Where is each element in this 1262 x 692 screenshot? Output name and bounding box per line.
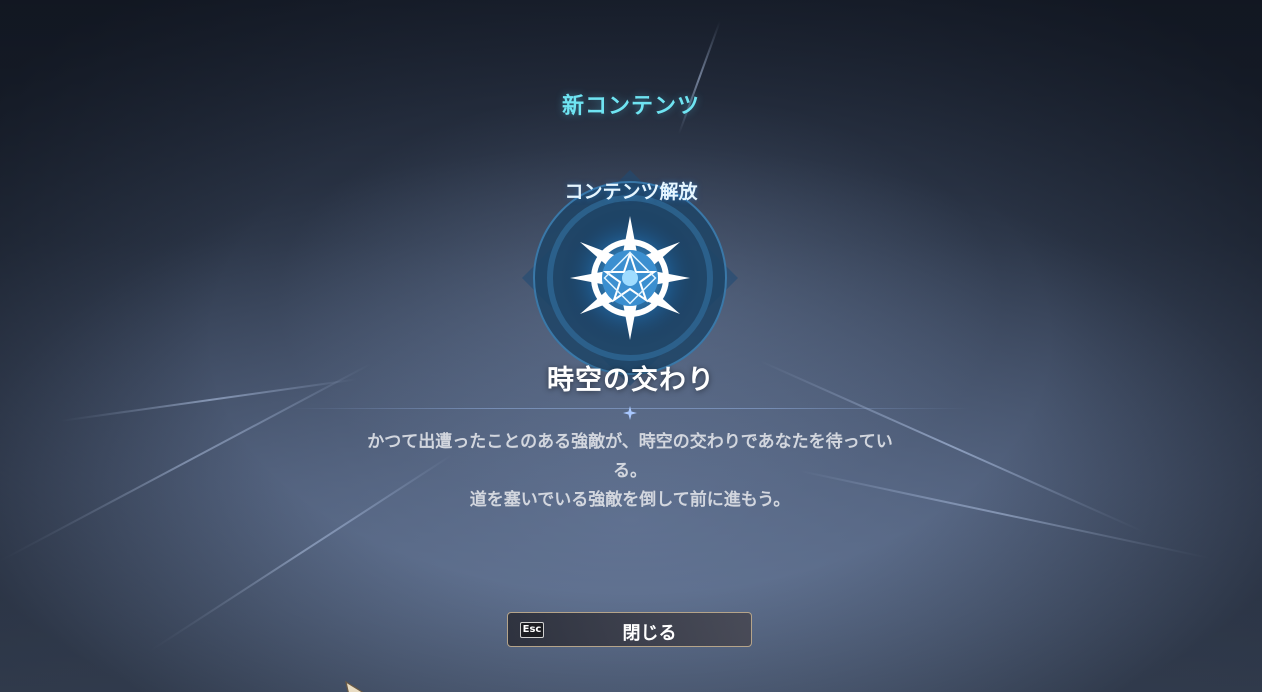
unlock-label: コンテンツ解放 — [564, 181, 698, 203]
game-cursor-icon — [345, 680, 364, 692]
description: かつて出遭ったことのある強敵が、時空の交わりであなたを待ってい る。 道を塞いで… — [330, 428, 930, 515]
new-content-unlock-screen: 新コンテンツ コンテンツ解放 時空の交わり かつて出遭ったことのある強敵が、時空… — [0, 0, 1262, 692]
four-point-star-icon — [623, 406, 637, 420]
esc-key-hint: Esc — [520, 622, 544, 638]
close-button-label: 閉じる — [622, 623, 677, 644]
description-line: 道を塞いでいる強敵を倒して前に進もう。 — [469, 490, 791, 510]
feature-name: 時空の交わり — [547, 365, 715, 396]
close-button[interactable]: Esc 閉じる — [507, 612, 752, 647]
header-title: 新コンテンツ — [561, 94, 700, 119]
description-line: る。 — [613, 461, 647, 481]
description-line: かつて出遭ったことのある強敵が、時空の交わりであなたを待ってい — [367, 432, 893, 452]
